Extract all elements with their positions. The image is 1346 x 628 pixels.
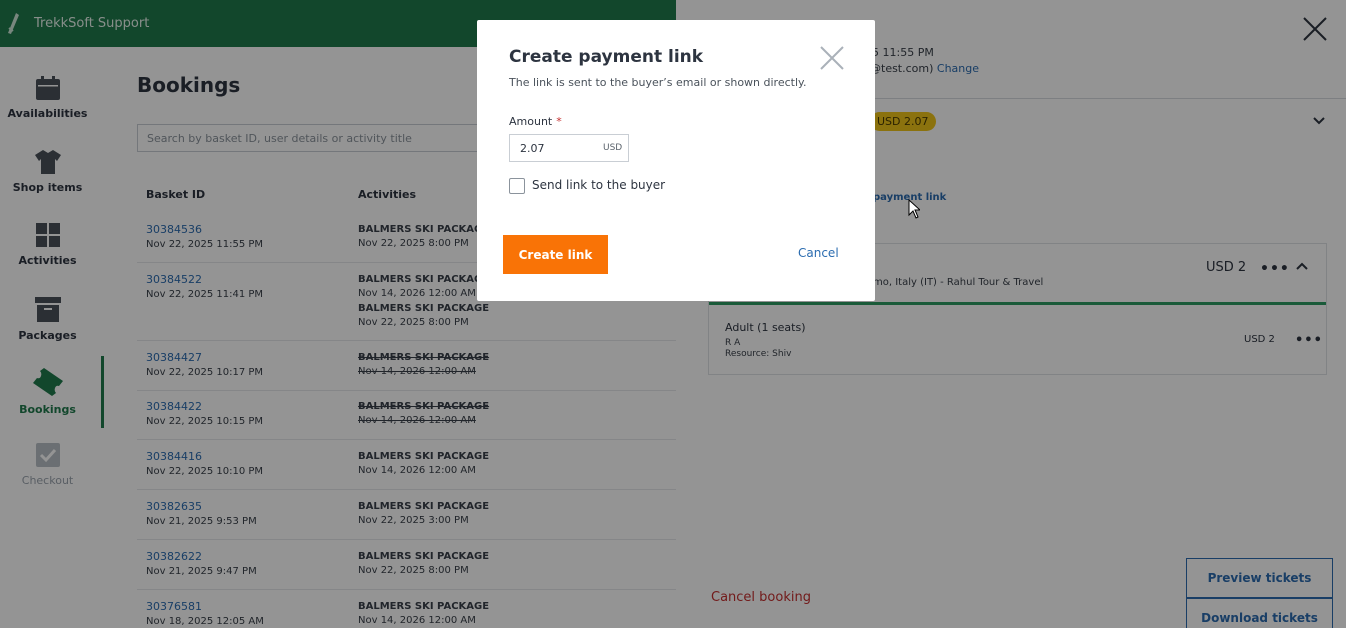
- create-payment-link-dialog: Create payment link The link is sent to …: [477, 20, 875, 301]
- amount-label: Amount *: [509, 115, 562, 128]
- mouse-cursor-icon: [908, 199, 920, 219]
- create-link-button[interactable]: Create link: [503, 235, 608, 274]
- dialog-subtitle: The link is sent to the buyer’s email or…: [509, 76, 807, 89]
- close-icon[interactable]: [820, 46, 844, 70]
- amount-input[interactable]: [510, 135, 598, 161]
- send-link-checkbox[interactable]: [509, 178, 525, 194]
- cancel-button[interactable]: Cancel: [798, 246, 839, 260]
- required-mark: *: [556, 115, 562, 128]
- dialog-title: Create payment link: [509, 47, 704, 67]
- amount-field[interactable]: USD: [509, 134, 629, 162]
- send-link-label[interactable]: Send link to the buyer: [532, 178, 665, 192]
- amount-label-text: Amount: [509, 115, 553, 128]
- currency-label: USD: [603, 143, 623, 153]
